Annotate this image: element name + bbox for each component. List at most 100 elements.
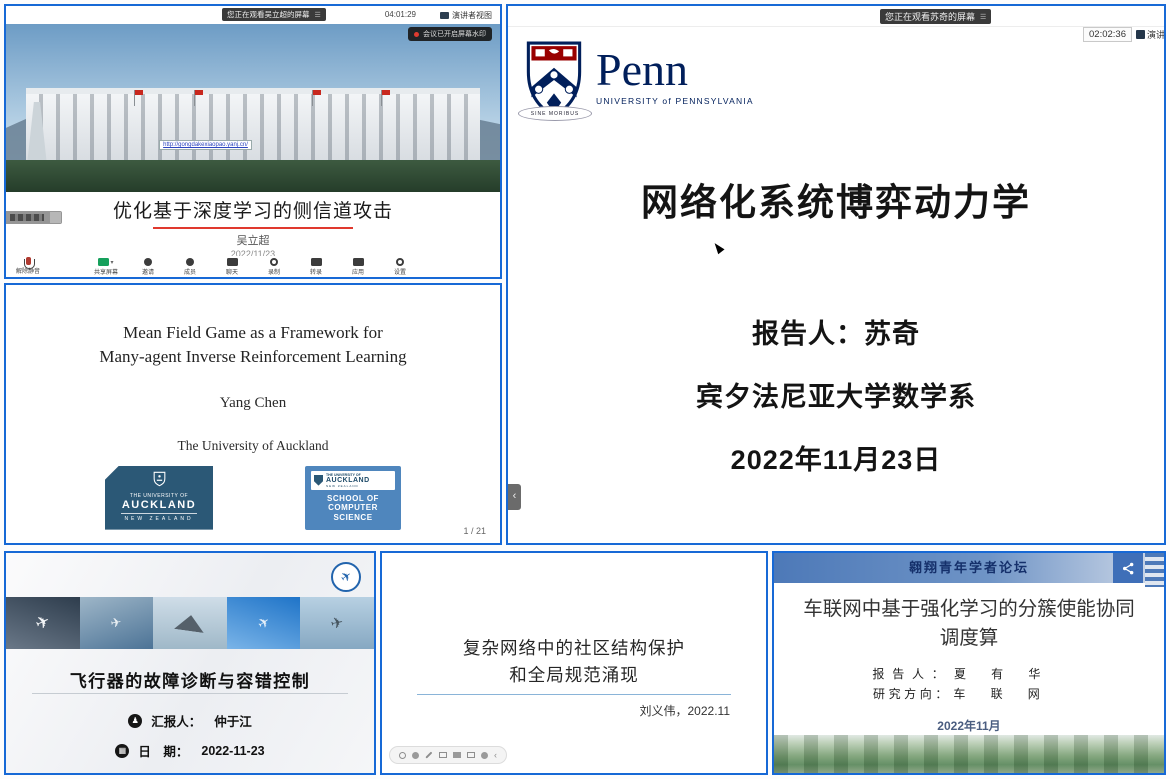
aircraft-photo: ✈: [80, 597, 154, 649]
view-mode-label: 演讲者视图: [452, 10, 492, 21]
menu-icon[interactable]: ☰: [315, 11, 321, 19]
ink-color-icon[interactable]: [412, 752, 419, 759]
toolbar-members-button[interactable]: 成员: [176, 258, 204, 277]
date-row: ▦ 日 期： 2022-11-23: [6, 741, 374, 760]
shared-screen-suqi[interactable]: 您正在观看苏奇的屏幕 ☰ 02:02:36 演讲者视图: [506, 4, 1166, 545]
more-options-icon[interactable]: [481, 752, 488, 759]
gear-icon: [396, 258, 404, 266]
apps-icon: [353, 258, 364, 266]
airplane-icon: ✈: [334, 563, 358, 591]
penn-logo: SINE MORIBUS Penn UNIVERSITY of PENNSYLV…: [524, 40, 754, 125]
overlay-text-smudge: [10, 214, 44, 221]
shared-screen-xiayouhua[interactable]: 翱翔青年学者论坛 车联网中基于强化学习的分簇使能协同 调度算 报告人：夏有华 研…: [772, 551, 1166, 775]
collapsed-overlay[interactable]: [6, 211, 62, 224]
toolbar-settings-button[interactable]: 设置: [386, 258, 414, 277]
share-icon: [1121, 561, 1136, 576]
toolbar-chat-button[interactable]: 聊天: [218, 258, 246, 277]
university-of-auckland-logo: THE UNIVERSITY OF AUCKLAND NEW ZEALAND: [105, 466, 213, 530]
mouse-cursor: [711, 241, 724, 255]
subtitles-icon[interactable]: [467, 752, 475, 758]
watching-banner[interactable]: 您正在观看苏奇的屏幕 ☰: [880, 9, 991, 24]
presenter-row: ♟ 汇报人： 仲于江: [6, 711, 374, 730]
slide-date: 2022年11月: [774, 717, 1164, 734]
watching-banner[interactable]: 您正在观看吴立超的屏幕 ☰: [222, 8, 326, 21]
trees-image: [6, 160, 500, 192]
view-mode-button[interactable]: 演讲者视图: [440, 10, 492, 21]
chevron-down-icon[interactable]: ▾: [110, 259, 113, 266]
slide-author: Yang Chen: [6, 395, 500, 412]
presentation-topbar: [508, 6, 1164, 27]
research-row: 研究方向：车联网: [774, 685, 1164, 702]
logo-card: THE UNIVERSITY OF AUCKLAND NEW ZEALAND: [311, 471, 395, 490]
presenter-label: 汇报人：: [151, 711, 201, 730]
watermark-url: http://gongdakexiaopao.yanj.cn/: [159, 140, 252, 150]
penn-wordmark: Penn: [596, 48, 754, 92]
presenter-name: 仲于江: [214, 711, 252, 730]
toolbar-apps-button[interactable]: 应用: [344, 258, 372, 277]
pen-icon[interactable]: [425, 751, 432, 758]
shared-screen-liuyiwei[interactable]: 复杂网络中的社区结构保护 和全局规范涌现 刘义伟，2022.11 ‹: [380, 551, 768, 775]
shared-screen-zhongyujiang[interactable]: ✈ ✈ ✈ ✈ ✈ 飞行器的故障诊断与容错控制 ♟ 汇报人： 仲于江 ▦ 日 期…: [4, 551, 376, 775]
date-label: 日 期：: [138, 741, 188, 760]
red-flag-icon: [312, 90, 313, 106]
slide-info-lines: 报告人：苏奇 宾夕法尼亚大学数学系 2022年11月23日: [508, 312, 1164, 501]
toolbar-share-screen-button[interactable]: ▾ 共享屏幕: [92, 258, 120, 277]
slide-author-date: 刘义伟，2022.11: [640, 702, 731, 719]
members-icon: [186, 258, 194, 266]
aircraft-photo-strip: ✈ ✈ ✈ ✈: [6, 597, 374, 649]
watching-banner-text: 您正在观看吴立超的屏幕: [227, 9, 310, 20]
toolbar-record-button[interactable]: 录制: [260, 258, 288, 277]
meeting-timer: 02:02:36: [1083, 27, 1132, 42]
toolbar-invite-button[interactable]: 邀请: [134, 258, 162, 277]
title-underline: [32, 693, 348, 694]
record-icon: [270, 258, 278, 266]
unmute-button[interactable]: 解除静音: [16, 257, 40, 275]
penn-subtitle: UNIVERSITY of PENNSYLVANIA: [596, 96, 754, 106]
record-dot-icon: [414, 32, 419, 37]
date-line: 2022年11月23日: [508, 438, 1164, 477]
shared-screen-wulichao[interactable]: 04:01:29 演讲者视图 您正在观看吴立超的屏幕 ☰ 会议已开启屏幕水印 h…: [4, 4, 502, 279]
campus-panorama-image: [774, 735, 1164, 773]
shared-screen-yangchen[interactable]: Mean Field Game as a Framework for Many-…: [4, 283, 502, 545]
slides-grid-icon[interactable]: [453, 752, 461, 758]
date-value: 2022-11-23: [201, 744, 264, 758]
aircraft-photo: ✈: [227, 597, 301, 649]
watching-banner-text: 您正在观看苏奇的屏幕: [885, 10, 975, 23]
toolbar-transcribe-button[interactable]: 转录: [302, 258, 330, 277]
slide-title: 优化基于深度学习的侧信道攻击: [6, 196, 500, 223]
speaker-line: 报告人：苏奇: [508, 312, 1164, 351]
share-screen-icon: [98, 258, 109, 266]
aircraft-photo: [153, 597, 227, 649]
laser-pointer-icon[interactable]: [399, 752, 406, 759]
meeting-grid: 04:01:29 演讲者视图 您正在观看吴立超的屏幕 ☰ 会议已开启屏幕水印 h…: [0, 0, 1170, 779]
aircraft-photo: ✈: [300, 597, 374, 649]
presenter-toolbar[interactable]: ‹: [389, 746, 507, 764]
slide-title: Mean Field Game as a Framework for Many-…: [6, 321, 500, 369]
view-mode-label: 演讲者视图: [1147, 28, 1164, 41]
school-of-computer-science-logo: THE UNIVERSITY OF AUCKLAND NEW ZEALAND S…: [305, 466, 401, 530]
expand-icon[interactable]: [439, 752, 447, 758]
layout-icon: [440, 12, 449, 19]
flying-wing-icon: [174, 613, 206, 633]
slide-affiliation: The University of Auckland: [6, 438, 500, 454]
campus-building-image: [26, 94, 481, 166]
slide-title: 飞行器的故障诊断与容错控制: [6, 667, 374, 692]
aircraft-photo: ✈: [6, 597, 80, 649]
penn-shield-icon: SINE MORIBUS: [524, 40, 584, 125]
share-button[interactable]: [1113, 553, 1143, 583]
meeting-toast: 会议已开启屏幕水印: [408, 27, 492, 41]
person-icon: ♟: [128, 714, 142, 728]
sidebar-collapse-handle[interactable]: ‹: [508, 484, 521, 510]
toast-text: 会议已开启屏幕水印: [423, 29, 486, 39]
overlay-expand-button[interactable]: [50, 212, 61, 223]
presenter-row: 报告人：夏有华: [774, 665, 1164, 682]
slide-cover-photo: http://gongdakexiaopao.yanj.cn/: [6, 24, 500, 192]
penn-motto-ribbon: SINE MORIBUS: [518, 106, 592, 121]
view-mode-button[interactable]: 演讲者视图: [1136, 28, 1164, 41]
logo-divider: [121, 513, 197, 514]
collapse-toolbar-icon[interactable]: ‹: [494, 751, 497, 760]
red-flag-icon: [381, 90, 382, 106]
meeting-toolbar: ▾ 共享屏幕 邀请 成员 聊天 录制 转录: [6, 256, 500, 277]
slide-title: 复杂网络中的社区结构保护 和全局规范涌现: [382, 635, 766, 689]
menu-icon[interactable]: ☰: [980, 13, 986, 21]
